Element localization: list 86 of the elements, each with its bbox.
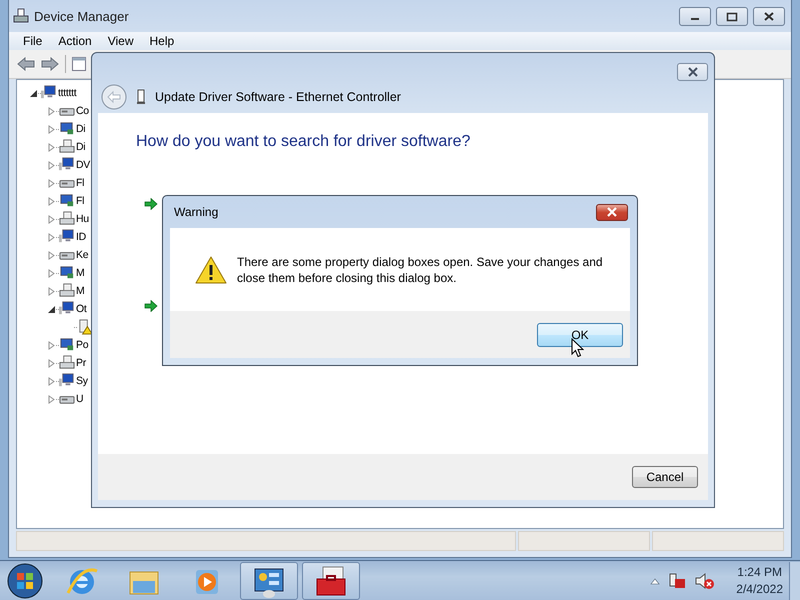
network-icon (668, 572, 686, 590)
device-icon (59, 229, 75, 245)
tree-item[interactable]: U (76, 393, 84, 405)
tree-item[interactable]: Fl (76, 195, 84, 207)
cancel-button[interactable]: Cancel (632, 466, 698, 488)
menu-item[interactable]: Help (142, 34, 182, 48)
tree-item[interactable]: Di (76, 141, 86, 153)
collapsed-arrow-icon[interactable] (47, 376, 56, 386)
dialog-title: Update Driver Software - Ethernet Controller (155, 90, 401, 104)
tree-item[interactable]: Ke (76, 249, 88, 261)
ok-button[interactable]: OK (537, 322, 623, 346)
close-icon (606, 207, 618, 217)
collapsed-arrow-icon[interactable] (47, 268, 56, 278)
expanded-arrow-icon[interactable] (29, 88, 38, 98)
close-icon (762, 10, 776, 22)
menu-item[interactable]: View (100, 34, 142, 48)
show-hidden-icons-icon (650, 576, 660, 584)
tree-item[interactable]: Po (76, 339, 88, 351)
minimize-button[interactable] (679, 6, 711, 26)
device-icon (59, 121, 75, 137)
clock[interactable]: 1:24 PM 2/4/2022 (736, 564, 783, 598)
expanded-arrow-icon[interactable] (47, 304, 56, 314)
collapsed-arrow-icon[interactable] (47, 106, 56, 116)
collapsed-arrow-icon[interactable] (47, 214, 56, 224)
close-icon (686, 67, 700, 77)
collapsed-arrow-icon[interactable] (47, 358, 56, 368)
close-button[interactable] (677, 63, 708, 81)
tree-item[interactable]: Fl (76, 177, 84, 189)
arrow-icon (144, 300, 158, 312)
tree-item[interactable]: Ot (76, 303, 86, 315)
cursor-icon (571, 338, 584, 358)
device-icon (59, 193, 75, 209)
arrow-icon (144, 198, 158, 210)
collapsed-arrow-icon[interactable] (47, 178, 56, 188)
tree-item[interactable]: ID (76, 231, 86, 243)
tree-item[interactable]: Pr (76, 357, 86, 369)
menu-item[interactable]: Action (50, 34, 100, 48)
close-button[interactable] (753, 6, 785, 26)
collapsed-arrow-icon[interactable] (47, 160, 56, 170)
show-desktop-button[interactable] (789, 562, 800, 600)
network-adapter-icon (137, 89, 145, 105)
start-button[interactable] (6, 562, 44, 600)
maximize-button[interactable] (716, 6, 748, 26)
collapsed-arrow-icon[interactable] (47, 250, 56, 260)
device-icon (59, 139, 75, 155)
device-manager-icon (13, 8, 29, 24)
device-icon (59, 211, 75, 227)
device-icon (59, 373, 75, 389)
tree-item[interactable]: DV (76, 159, 90, 171)
tree-item[interactable]: M (76, 285, 84, 297)
window-title: Device Manager (34, 8, 129, 24)
minimize-icon (691, 18, 699, 20)
tree-item[interactable]: Hu (76, 213, 89, 225)
tree-item[interactable]: Di (76, 123, 86, 135)
dialog-heading: How do you want to search for driver software? (136, 133, 472, 151)
collapsed-arrow-icon[interactable] (47, 286, 56, 296)
tree-item[interactable]: ttttttt (58, 87, 76, 99)
computer-icon (41, 85, 57, 101)
collapsed-arrow-icon[interactable] (47, 196, 56, 206)
collapsed-arrow-icon[interactable] (47, 394, 56, 404)
close-button[interactable] (596, 204, 628, 220)
volume-muted-icon (694, 572, 714, 590)
collapsed-arrow-icon[interactable] (47, 232, 56, 242)
tree-item[interactable]: M (76, 267, 84, 279)
warning-message: There are some property dialog boxes open. Save your changes and close them before closing this dialog box. (237, 254, 604, 286)
device-icon (59, 337, 75, 353)
dialog-title: Warning (174, 205, 218, 219)
taskbar-button[interactable] (302, 562, 360, 600)
back-arrow-icon[interactable] (17, 57, 35, 71)
collapsed-arrow-icon[interactable] (47, 124, 56, 134)
warning-icon (195, 256, 227, 284)
forward-arrow-icon[interactable] (41, 57, 59, 71)
tree-item[interactable]: Sy (76, 375, 88, 387)
collapsed-arrow-icon[interactable] (47, 142, 56, 152)
properties-icon[interactable] (72, 56, 86, 72)
device-icon (59, 301, 75, 317)
device-icon (59, 355, 75, 371)
maximize-icon (725, 10, 739, 22)
device-icon (59, 283, 75, 299)
tree-item[interactable]: Co (76, 105, 89, 117)
menu-item[interactable]: File (15, 34, 50, 48)
back-button[interactable] (101, 84, 127, 110)
taskbar-button[interactable] (240, 562, 298, 600)
device-icon (59, 157, 75, 173)
device-icon (59, 265, 75, 281)
collapsed-arrow-icon[interactable] (47, 340, 56, 350)
